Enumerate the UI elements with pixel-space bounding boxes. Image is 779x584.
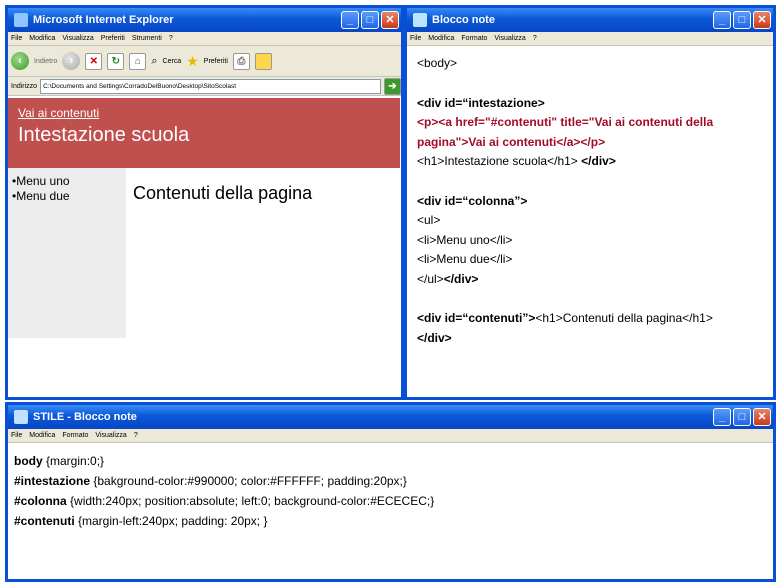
menu-visualizza[interactable]: Visualizza [494, 35, 525, 42]
stile-menubar: File Modifica Formato Visualizza ? [8, 429, 773, 443]
menu-help[interactable]: ? [533, 35, 537, 42]
maximize-button[interactable]: □ [733, 11, 751, 29]
code-line: <h1>Intestazione scuola</h1> </div> [417, 154, 616, 168]
minimize-button[interactable]: _ [713, 11, 731, 29]
address-input[interactable]: C:\Documents and Settings\CorradoDelBuon… [40, 78, 381, 94]
menu-preferiti[interactable]: Preferiti [101, 35, 125, 42]
menu-item-due: •Menu due [12, 189, 70, 203]
maximize-button[interactable]: □ [733, 408, 751, 426]
ie-window: Microsoft Internet Explorer _ □ ✕ File M… [5, 5, 404, 400]
minimize-button[interactable]: _ [341, 11, 359, 29]
menu-modifica[interactable]: Modifica [428, 35, 454, 42]
menu-formato[interactable]: Formato [461, 35, 487, 42]
skip-link[interactable]: Vai ai contenuti [18, 106, 390, 120]
menu-modifica[interactable]: Modifica [29, 432, 55, 439]
stile-window: STILE - Blocco note _ □ ✕ File Modifica … [5, 402, 776, 582]
ie-toolbar: ‹ Indietro › ✕ ↻ ⌂ ⌕ Cerca ★ Preferiti ⎙ [8, 46, 401, 77]
go-icon[interactable]: ➔ [384, 77, 401, 95]
menu-help[interactable]: ? [134, 432, 138, 439]
css-rule: body {margin:0;} [14, 454, 105, 468]
notepad-title: Blocco note [432, 14, 495, 26]
ie-title: Microsoft Internet Explorer [33, 14, 174, 26]
page-viewport: Vai ai contenuti Intestazione scuola •Me… [8, 98, 401, 397]
search-icon[interactable]: ⌕ [151, 55, 157, 68]
page-sidebar: •Menu uno •Menu due [8, 168, 126, 338]
code-line: <ul> [417, 213, 441, 227]
ie-titlebar[interactable]: Microsoft Internet Explorer _ □ ✕ [8, 8, 401, 32]
code-line: <li>Menu uno</li> [417, 232, 513, 247]
favorites-label[interactable]: Preferiti [204, 58, 228, 65]
back-label[interactable]: Indietro [34, 58, 57, 65]
notepad-app-icon [14, 410, 28, 424]
code-line: <p><a href="#contenuti" title="Vai ai co… [417, 115, 714, 129]
print-icon[interactable]: ⎙ [232, 52, 250, 70]
menu-modifica[interactable]: Modifica [29, 35, 55, 42]
ie-app-icon [14, 13, 28, 27]
favorites-icon[interactable]: ★ [186, 53, 199, 70]
minimize-button[interactable]: _ [713, 408, 731, 426]
code-line: <body> [417, 56, 458, 70]
code-line: <div id=“colonna”> [417, 193, 528, 208]
close-button[interactable]: ✕ [753, 11, 771, 29]
html-source-text[interactable]: <body> <div id=“intestazione> <p><a href… [407, 46, 773, 356]
menu-strumenti[interactable]: Strumenti [132, 35, 162, 42]
back-icon[interactable]: ‹ [11, 52, 29, 70]
address-bar: Indirizzo C:\Documents and Settings\Corr… [8, 77, 401, 96]
code-line: <div id=“intestazione> [417, 95, 545, 110]
code-line: <div id=“contenuti”><h1>Contenuti della … [417, 311, 713, 325]
notepad-titlebar[interactable]: Blocco note _ □ ✕ [407, 8, 773, 32]
code-line: </ul></div> [417, 271, 479, 286]
menu-file[interactable]: File [11, 35, 22, 42]
css-rule: #intestazione {bakground-color:#990000; … [14, 474, 407, 488]
folder-icon[interactable] [254, 52, 272, 70]
forward-icon[interactable]: › [62, 52, 81, 70]
code-line: </div> [417, 330, 452, 345]
refresh-icon[interactable]: ↻ [107, 52, 125, 70]
menu-file[interactable]: File [410, 35, 421, 42]
menu-formato[interactable]: Formato [62, 432, 88, 439]
stile-titlebar[interactable]: STILE - Blocco note _ □ ✕ [8, 405, 773, 429]
code-line: pagina">Vai ai contenuti</a></p> [417, 134, 606, 149]
notepad-window: Blocco note _ □ ✕ File Modifica Formato … [404, 5, 776, 400]
home-icon[interactable]: ⌂ [129, 52, 147, 70]
notepad-menubar: File Modifica Formato Visualizza ? [407, 32, 773, 46]
page-content-heading: Contenuti della pagina [133, 183, 313, 203]
ie-menubar: File Modifica Visualizza Preferiti Strum… [8, 32, 401, 46]
menu-help[interactable]: ? [169, 35, 173, 42]
maximize-button[interactable]: □ [361, 11, 379, 29]
close-button[interactable]: ✕ [381, 11, 399, 29]
close-button[interactable]: ✕ [753, 408, 771, 426]
css-source-text[interactable]: body {margin:0;} #intestazione {bakgroun… [8, 443, 773, 539]
menu-file[interactable]: File [11, 432, 22, 439]
search-label[interactable]: Cerca [163, 58, 182, 65]
menu-visualizza[interactable]: Visualizza [62, 35, 93, 42]
menu-visualizza[interactable]: Visualizza [95, 432, 126, 439]
css-rule: #colonna {width:240px; position:absolute… [14, 494, 435, 508]
address-label: Indirizzo [11, 82, 38, 90]
css-rule: #contenuti {margin-left:240px; padding: … [14, 514, 268, 528]
code-line: <li>Menu due</li> [417, 252, 513, 266]
stile-title: STILE - Blocco note [33, 411, 137, 423]
page-header: Vai ai contenuti Intestazione scuola [8, 98, 400, 168]
notepad-app-icon [413, 13, 427, 27]
page-heading: Intestazione scuola [18, 124, 190, 146]
menu-item-uno: •Menu uno [12, 174, 70, 188]
stop-icon[interactable]: ✕ [85, 52, 103, 70]
